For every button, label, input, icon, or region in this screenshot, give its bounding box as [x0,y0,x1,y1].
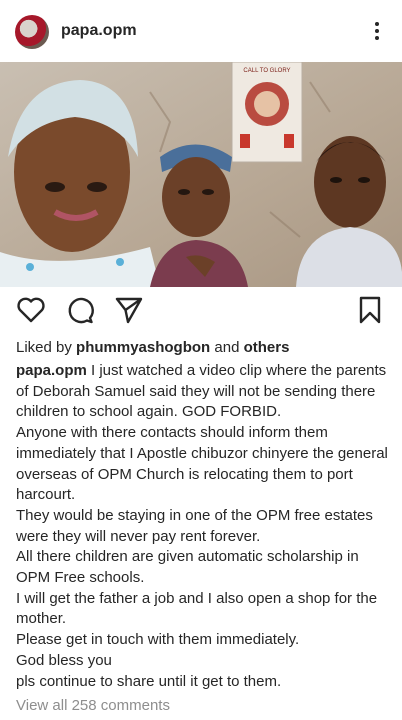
send-icon[interactable] [113,294,145,326]
profile-avatar[interactable] [15,15,49,49]
comment-icon[interactable] [64,294,96,326]
liked-by-others[interactable]: others [244,339,290,356]
post-photo-illustration: CALL TO GLORY [0,62,402,287]
post-image[interactable]: CALL TO GLORY [0,62,402,287]
caption-text: I just watched a video clip where the pa… [16,362,388,690]
view-comments-link[interactable]: View all 258 comments [16,697,170,714]
more-vertical-icon[interactable] [370,20,384,44]
post-username[interactable]: papa.opm [61,22,137,40]
heart-icon[interactable] [15,294,47,326]
bookmark-icon[interactable] [354,294,386,326]
caption-username[interactable]: papa.opm [16,362,87,379]
post-actions [0,294,402,330]
post-caption: papa.opm I just watched a video clip whe… [16,361,394,692]
liked-by-prefix: Liked by [16,339,77,356]
poster-text: CALL TO GLORY [243,68,290,74]
liked-by-and: and [210,339,244,356]
post-header: papa.opm [0,0,402,62]
liked-by-user[interactable]: phummyashogbon [76,339,210,356]
likes-summary[interactable]: Liked by phummyashogbon and others [16,339,289,356]
